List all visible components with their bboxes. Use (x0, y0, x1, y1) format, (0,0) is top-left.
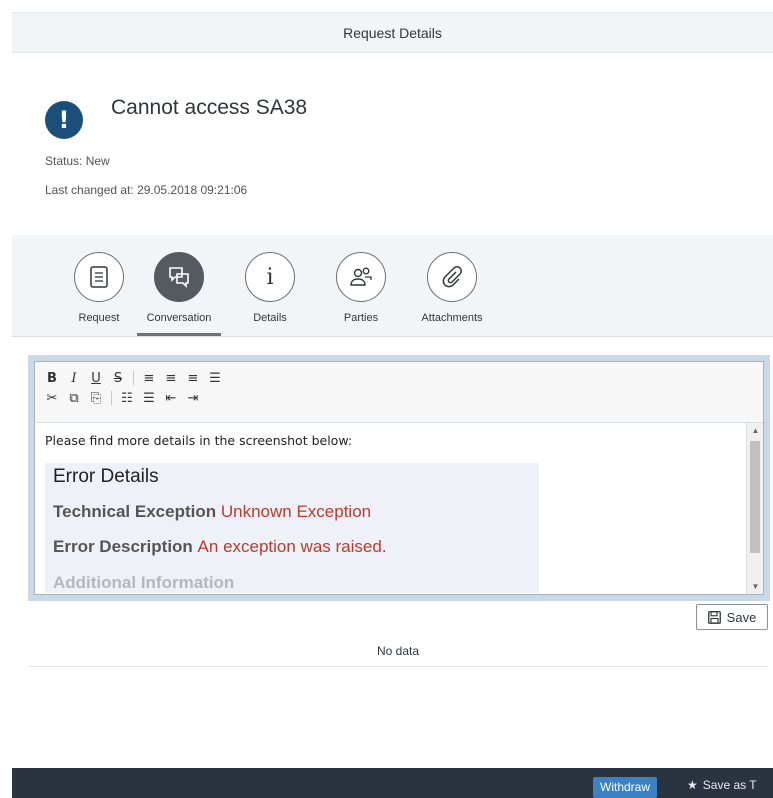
additional-information-label: Additional Information (53, 573, 235, 592)
exclamation-icon: ! (45, 101, 83, 139)
bold-button[interactable]: B (41, 371, 63, 386)
tab-attachments[interactable]: Attachments (407, 252, 497, 324)
tab-details[interactable]: i Details (225, 252, 315, 324)
copy-icon[interactable]: ⧉ (63, 391, 85, 406)
star-icon: ★ (687, 778, 698, 792)
info-icon: i (245, 252, 295, 302)
status-text: Status: New (45, 154, 110, 168)
tab-selected-indicator (137, 333, 221, 336)
tab-conversation[interactable]: Conversation (134, 252, 224, 336)
conversation-icon (154, 252, 204, 302)
editor-content[interactable]: Please find more details in the screensh… (35, 423, 763, 594)
align-left-icon[interactable]: ≡ (138, 371, 160, 386)
error-description-label: Error Description (53, 537, 193, 556)
error-description-value: An exception was raised. (197, 537, 387, 556)
tab-label: Request (78, 312, 120, 324)
technical-exception-value: Unknown Exception (220, 502, 372, 521)
bullet-list-icon[interactable]: ☷ (116, 391, 138, 406)
rich-text-editor-frame: B I U S ≡ ≡ ≡ ☰ ✂ ⧉ ⎘ ☷ ☰ ⇤ ⇥ Please fin… (28, 355, 770, 601)
request-icon (74, 252, 124, 302)
paperclip-icon (427, 252, 477, 302)
paste-icon[interactable]: ⎘ (85, 391, 107, 406)
indent-icon[interactable]: ⇥ (182, 391, 204, 406)
request-title: Cannot access SA38 (111, 96, 308, 119)
numbered-list-icon[interactable]: ☰ (138, 391, 160, 406)
underline-button[interactable]: U (85, 371, 107, 386)
toolbar-divider (111, 391, 112, 405)
embedded-screenshot: Error Details Technical Exception Unknow… (45, 463, 539, 593)
withdraw-button[interactable]: Withdraw (593, 777, 658, 798)
save-as-template-button[interactable]: ★ Save as T (687, 778, 757, 792)
save-as-label: Save as T (702, 778, 757, 792)
technical-exception-row: Technical Exception Unknown Exception (53, 502, 371, 522)
parties-icon (336, 252, 386, 302)
editor-toolbar: B I U S ≡ ≡ ≡ ☰ ✂ ⧉ ⎘ ☷ ☰ ⇤ ⇥ (35, 362, 763, 423)
strikethrough-button[interactable]: S (107, 371, 129, 386)
italic-button[interactable]: I (63, 371, 85, 386)
page-header: Request Details (12, 12, 773, 53)
no-data-text: No data (28, 636, 768, 667)
last-changed-text: Last changed at: 29.05.2018 09:21:06 (45, 183, 248, 197)
rich-text-editor[interactable]: B I U S ≡ ≡ ≡ ☰ ✂ ⧉ ⎘ ☷ ☰ ⇤ ⇥ Please fin… (34, 361, 764, 595)
icon-tab-bar: Request Conversation i Details Parties A… (12, 235, 773, 337)
scrollbar-thumb[interactable] (750, 441, 760, 553)
save-button[interactable]: Save (696, 604, 768, 630)
scroll-down-icon[interactable]: ▼ (747, 582, 763, 591)
tab-label: Attachments (421, 312, 483, 324)
tab-label: Conversation (146, 312, 212, 324)
technical-exception-label: Technical Exception (53, 502, 217, 521)
footer-toolbar: Withdraw ★ Save as T (12, 768, 773, 798)
error-description-row: Error Description An exception was raise… (53, 537, 387, 557)
align-center-icon[interactable]: ≡ (160, 371, 182, 386)
floppy-disk-icon (707, 610, 721, 624)
tab-request[interactable]: Request (54, 252, 144, 324)
toolbar-divider (133, 371, 134, 385)
justify-icon[interactable]: ☰ (204, 371, 226, 386)
editor-scrollbar[interactable]: ▲ ▼ (746, 423, 763, 594)
request-header: ! Cannot access SA38 Status: New Last ch… (12, 53, 773, 235)
align-right-icon[interactable]: ≡ (182, 371, 204, 386)
scroll-up-icon[interactable]: ▲ (747, 426, 763, 435)
tab-label: Details (253, 312, 287, 324)
cut-icon[interactable]: ✂ (41, 391, 63, 406)
tab-parties[interactable]: Parties (316, 252, 406, 324)
tab-label: Parties (343, 312, 379, 324)
save-button-label: Save (726, 609, 757, 625)
error-heading: Error Details (53, 466, 159, 487)
outdent-icon[interactable]: ⇤ (160, 391, 182, 406)
page-title: Request Details (343, 24, 442, 41)
message-text: Please find more details in the screensh… (45, 433, 353, 448)
